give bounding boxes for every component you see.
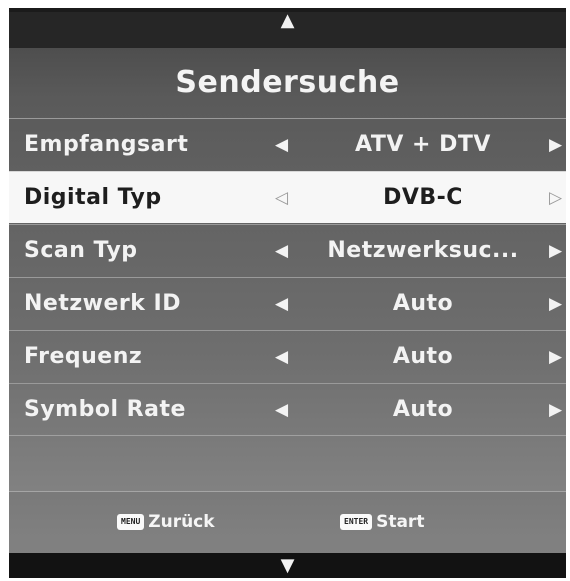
- back-hint[interactable]: MENU Zurück: [117, 492, 215, 552]
- left-arrow-icon[interactable]: ◁: [275, 172, 288, 224]
- menu-row-symbol-rate[interactable]: Symbol Rate ◀ Auto ▶: [9, 383, 566, 435]
- back-label: Zurück: [148, 512, 215, 532]
- row-label: Empfangsart: [24, 132, 189, 157]
- empty-menu-row: [9, 435, 566, 488]
- left-arrow-icon[interactable]: ◀: [275, 119, 288, 171]
- menu-row-empfangsart[interactable]: Empfangsart ◀ ATV + DTV ▶: [9, 118, 566, 170]
- row-value: Auto: [392, 397, 454, 422]
- row-value: Netzwerksuc...: [327, 238, 519, 263]
- menu-row-frequenz[interactable]: Frequenz ◀ Auto ▶: [9, 330, 566, 382]
- left-arrow-icon[interactable]: ◀: [275, 278, 288, 330]
- row-label: Symbol Rate: [24, 397, 186, 422]
- row-value: Auto: [392, 344, 454, 369]
- menu-row-netzwerk-id[interactable]: Netzwerk ID ◀ Auto ▶: [9, 277, 566, 329]
- row-label: Digital Typ: [24, 185, 162, 210]
- tv-osd-frame: ▲ Sendersuche Empfangsart ◀ ATV + DTV ▶ …: [9, 8, 566, 578]
- row-value: DVB-C: [383, 185, 463, 210]
- left-arrow-icon[interactable]: ◀: [275, 384, 288, 436]
- left-arrow-icon[interactable]: ◀: [275, 225, 288, 277]
- menu-row-scan-typ[interactable]: Scan Typ ◀ Netzwerksuc... ▶: [9, 224, 566, 276]
- right-arrow-icon[interactable]: ▶: [549, 278, 562, 330]
- right-arrow-icon[interactable]: ▶: [549, 225, 562, 277]
- menu-row-digital-typ[interactable]: Digital Typ ◁ DVB-C ▷: [9, 171, 566, 223]
- row-label: Frequenz: [24, 344, 143, 369]
- left-arrow-icon[interactable]: ◀: [275, 331, 288, 383]
- menu-key-icon: MENU: [117, 514, 145, 530]
- right-arrow-icon[interactable]: ▶: [549, 331, 562, 383]
- menu-title: Sendersuche: [175, 65, 400, 100]
- right-arrow-icon[interactable]: ▶: [549, 384, 562, 436]
- scroll-up-arrow-icon[interactable]: ▲: [9, 12, 566, 52]
- row-label: Netzwerk ID: [24, 291, 181, 316]
- row-label: Scan Typ: [24, 238, 138, 263]
- right-arrow-icon[interactable]: ▷: [549, 172, 562, 224]
- scroll-down-arrow-icon[interactable]: ▼: [9, 553, 566, 578]
- right-arrow-icon[interactable]: ▶: [549, 119, 562, 171]
- start-hint[interactable]: ENTER Start: [340, 492, 424, 552]
- enter-key-icon: ENTER: [340, 514, 373, 530]
- start-label: Start: [376, 512, 425, 532]
- channel-search-panel: Sendersuche Empfangsart ◀ ATV + DTV ▶ Di…: [9, 48, 566, 554]
- footer-hints: MENU Zurück ENTER Start: [9, 491, 566, 554]
- row-value: ATV + DTV: [355, 132, 491, 157]
- row-value: Auto: [392, 291, 454, 316]
